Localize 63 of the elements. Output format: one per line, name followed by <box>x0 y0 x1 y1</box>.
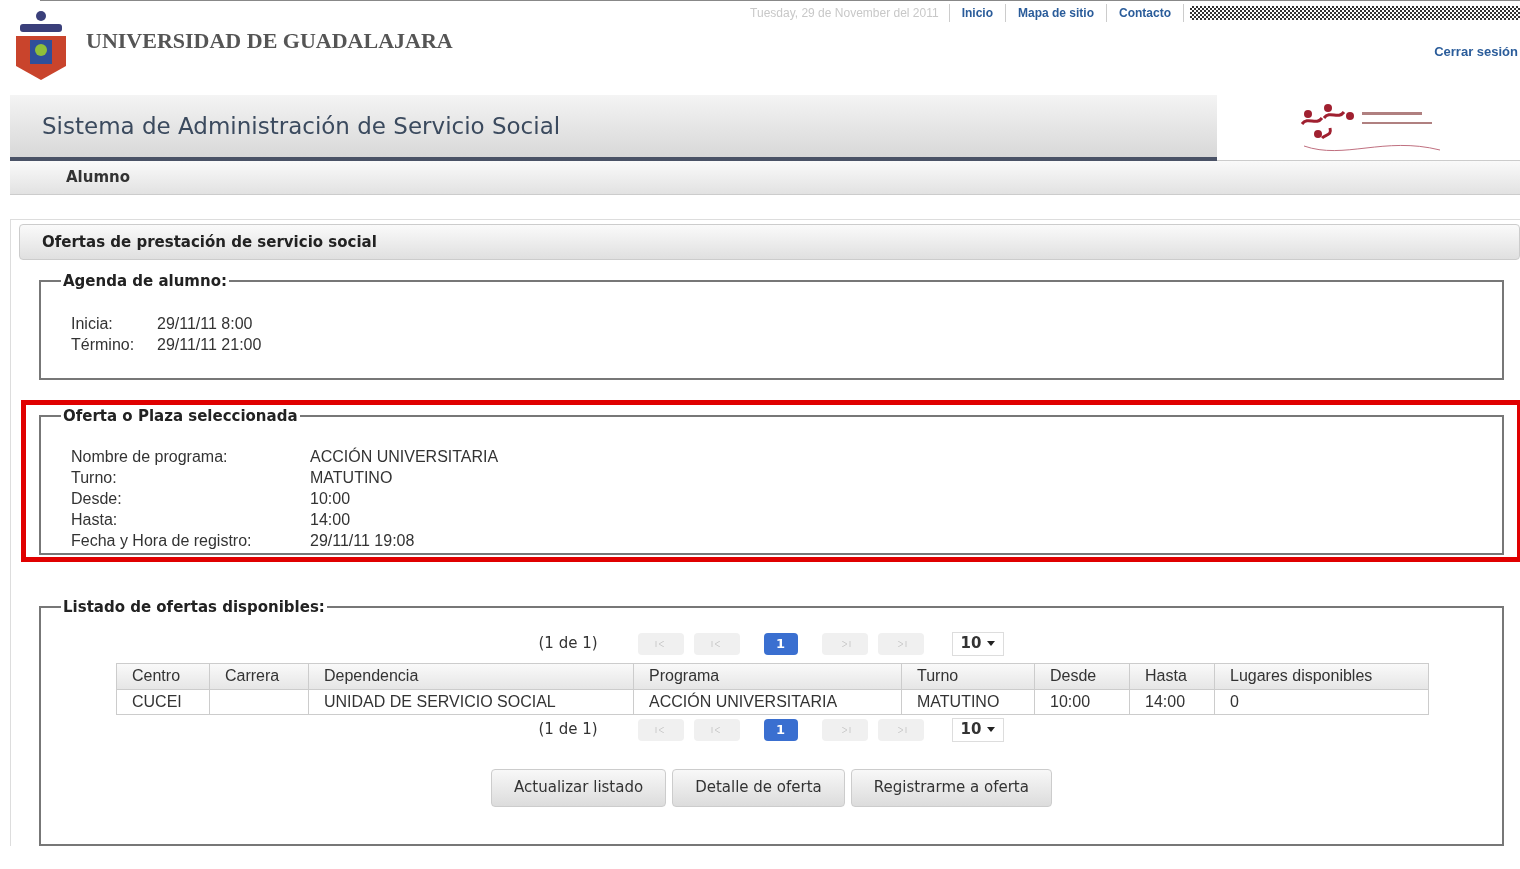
action-button[interactable]: Actualizar listado <box>491 768 667 807</box>
nav-link[interactable]: Contacto <box>1107 4 1184 22</box>
table-cell: MATUTINO <box>901 689 1035 714</box>
field-value: 14:00 <box>310 509 351 530</box>
table-cell: 14:00 <box>1129 689 1215 714</box>
page-summary: (1 de 1) <box>538 719 598 741</box>
column-header: Hasta <box>1129 663 1215 689</box>
group-legend: Agenda de alumno: <box>61 270 229 293</box>
group-legend: Oferta o Plaza seleccionada <box>61 405 300 428</box>
column-header: Dependencia <box>308 663 634 689</box>
table-cell: ACCIÓN UNIVERSITARIA <box>633 689 902 714</box>
action-button[interactable]: Registrarme a oferta <box>850 768 1052 807</box>
page-button[interactable]: 1 <box>763 632 798 655</box>
column-header: Turno <box>901 663 1035 689</box>
field-value: 29/11/11 8:00 <box>157 313 253 334</box>
field-value: 10:00 <box>310 488 351 509</box>
skip-back-icon <box>654 640 667 647</box>
section-title: Ofertas de prestación de servicio social <box>42 231 377 253</box>
field-value: 29/11/11 21:00 <box>157 334 262 355</box>
field-label: Hasta: <box>71 509 119 530</box>
previous-page-button[interactable] <box>693 632 740 655</box>
skip-back-icon <box>710 640 723 647</box>
next-page-button[interactable] <box>821 718 868 741</box>
nav-link[interactable]: Mapa de sitio <box>1006 4 1107 22</box>
field-label: Término: <box>71 334 136 355</box>
first-page-button[interactable] <box>637 718 684 741</box>
field-value: ACCIÓN UNIVERSITARIA <box>310 446 499 467</box>
nav-link[interactable]: Inicio <box>949 4 1006 22</box>
page-size-dropdown[interactable]: 10 <box>951 631 1005 656</box>
field-label: Desde: <box>71 488 123 509</box>
field-label: Turno: <box>71 467 118 488</box>
group-legend: Listado de ofertas disponibles: <box>61 596 327 619</box>
table-cell: 10:00 <box>1034 689 1130 714</box>
column-header: Centro <box>116 663 210 689</box>
previous-page-button[interactable] <box>693 718 740 741</box>
page-size-dropdown[interactable]: 10 <box>951 717 1005 742</box>
logout-link[interactable]: Cerrar sesión <box>1434 42 1518 62</box>
skip-back-icon <box>654 726 667 733</box>
page-button[interactable]: 1 <box>763 718 798 741</box>
page-summary: (1 de 1) <box>538 633 598 655</box>
field-label: Fecha y Hora de registro: <box>71 530 253 551</box>
university-name: UNIVERSIDAD DE GUADALAJARA <box>86 27 453 55</box>
table-cell: UNIDAD DE SERVICIO SOCIAL <box>308 689 634 714</box>
field-label: Inicia: <box>71 313 114 334</box>
next-page-button[interactable] <box>821 632 868 655</box>
table-cell: CUCEI <box>116 689 210 714</box>
caret-icon <box>987 641 996 646</box>
field-value: MATUTINO <box>310 467 393 488</box>
first-page-button[interactable] <box>637 632 684 655</box>
table-cell: 0 <box>1214 689 1429 714</box>
skip-back-icon <box>710 726 723 733</box>
field-label: Nombre de programa: <box>71 446 229 467</box>
column-header: Lugares disponibles <box>1214 663 1429 689</box>
caret-icon <box>987 727 996 732</box>
column-header: Programa <box>633 663 902 689</box>
last-page-button[interactable] <box>877 718 924 741</box>
last-page-button[interactable] <box>877 632 924 655</box>
menu-item[interactable]: Alumno <box>66 166 131 189</box>
system-title: Sistema de Administración de Servicio Social <box>42 111 561 141</box>
field-value: 29/11/11 19:08 <box>310 530 415 551</box>
column-header: Carrera <box>209 663 309 689</box>
column-header: Desde <box>1034 663 1130 689</box>
action-button[interactable]: Detalle de oferta <box>672 768 845 807</box>
